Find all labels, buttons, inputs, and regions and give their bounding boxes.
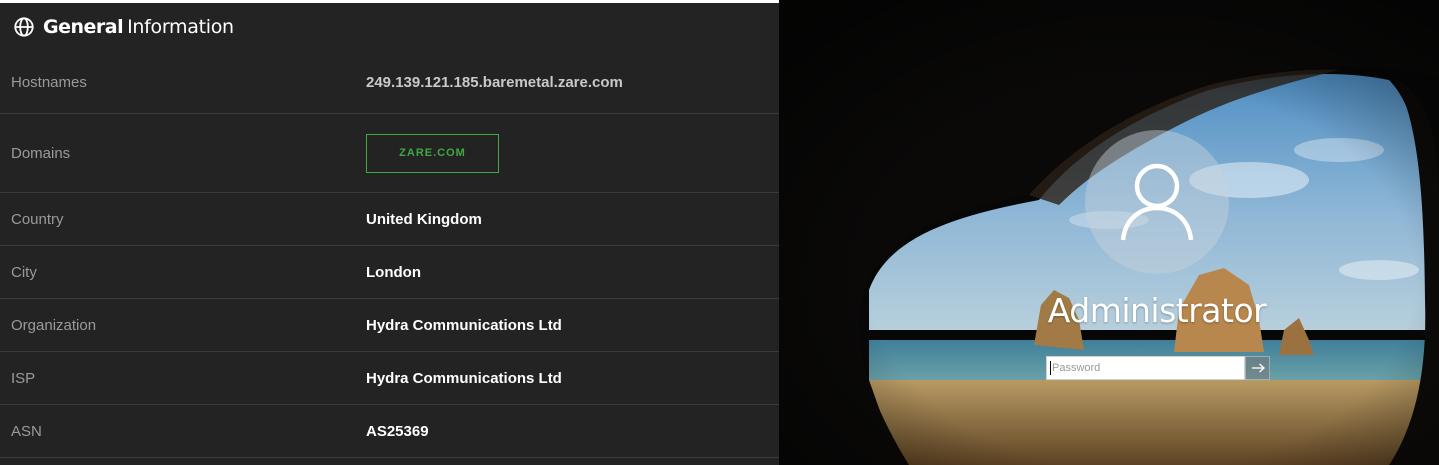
submit-button[interactable] [1245,356,1270,380]
panel-header: General Information [0,3,779,51]
login-screenshot: Administrator Password [779,0,1439,465]
domains-label: Domains [11,144,71,162]
password-input[interactable]: Password [1046,356,1245,380]
hostnames-label: Hostnames [11,73,87,91]
isp-value: Hydra Communications Ltd [366,369,562,387]
domain-tag-link[interactable]: ZARE.COM [366,133,499,173]
row-domains: Domains ZARE.COM [0,114,779,193]
asn-value: AS25369 [366,422,429,440]
user-avatar [1085,130,1229,274]
country-value: United Kingdom [366,210,482,228]
row-city: City London [0,246,779,299]
user-icon [1120,163,1194,241]
organization-label: Organization [11,316,97,334]
password-placeholder: Password [1052,362,1101,374]
screenshot-root: General Information Hostnames 249.139.12… [0,0,1439,465]
row-hostnames: Hostnames 249.139.121.185.baremetal.zare… [0,51,779,114]
isp-label: ISP [11,369,36,387]
city-label: City [11,263,37,281]
globe-icon [13,16,35,38]
city-value: London [366,263,421,281]
asn-label: ASN [11,422,42,440]
hostnames-value: 249.139.121.185.baremetal.zare.com [366,73,623,91]
panel-title-light: Information [127,16,234,38]
row-organization: Organization Hydra Communications Ltd [0,299,779,352]
username-label: Administrator [1047,291,1267,330]
arrow-right-icon [1251,363,1265,373]
row-isp: ISP Hydra Communications Ltd [0,352,779,405]
organization-value: Hydra Communications Ltd [366,316,562,334]
general-information-panel: General Information Hostnames 249.139.12… [0,0,779,465]
row-asn: ASN AS25369 [0,405,779,458]
row-country: Country United Kingdom [0,193,779,246]
text-caret [1050,361,1051,375]
panel-title-bold: General [43,16,124,38]
country-label: Country [11,210,64,228]
